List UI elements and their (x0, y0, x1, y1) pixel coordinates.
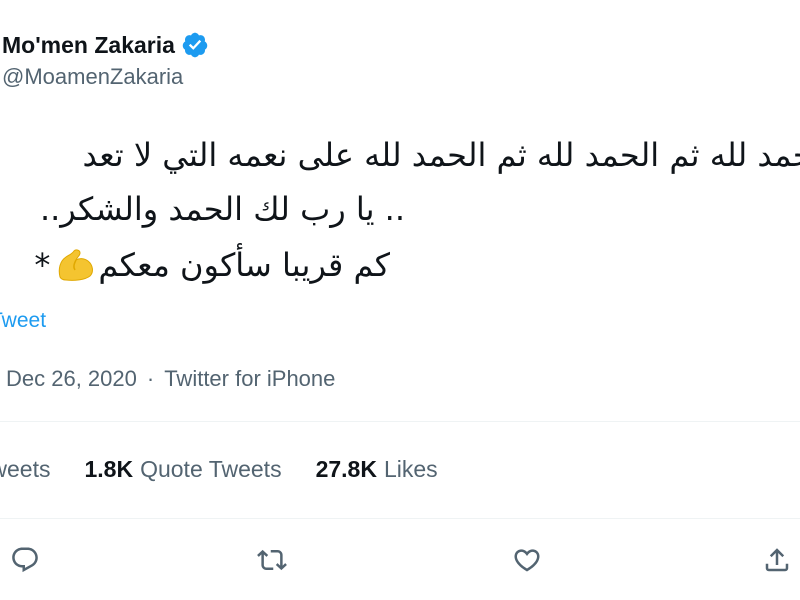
divider-top (0, 421, 800, 422)
retweets-stat[interactable]: tweets (0, 456, 50, 483)
tweet-text-line-3-text: كم قريبا سأكون معكم (98, 246, 390, 284)
translate-tweet-link[interactable]: Tweet (0, 309, 46, 333)
author-name[interactable]: Mo'men Zakaria (2, 32, 175, 59)
share-icon (765, 548, 789, 572)
tweet-text-line-3-suffix: * (34, 246, 51, 284)
quote-tweets-count: 1.8K (84, 456, 134, 482)
retweet-button[interactable] (252, 540, 292, 580)
meta-separator: · (146, 366, 155, 391)
tweet-text-line-2: .. يا رب لك الحمد والشكر.. (39, 190, 405, 228)
reply-button[interactable] (5, 540, 45, 580)
likes-label: Likes (383, 456, 438, 482)
tweet-text-line-3: كم قريبا سأكون معكم * (34, 246, 390, 284)
like-button[interactable] (507, 540, 547, 580)
tweet-date[interactable]: Dec 26, 2020 (6, 366, 137, 392)
share-button[interactable] (757, 540, 797, 580)
verified-badge-icon (181, 31, 209, 59)
quote-tweets-stat[interactable]: 1.8K Quote Tweets (84, 456, 281, 483)
author-handle[interactable]: @MoamenZakaria (2, 64, 183, 90)
tweet-stats: tweets 1.8K Quote Tweets 27.8K Likes (0, 456, 472, 483)
quote-tweets-label: Quote Tweets (140, 456, 282, 482)
tweet-text-line-1: الحمد لله ثم الحمد لله ثم الحمد لله على … (82, 136, 800, 174)
retweet-icon (257, 549, 287, 571)
flexed-biceps-emoji-icon (54, 247, 96, 283)
heart-icon (514, 549, 540, 572)
tweet-author-row[interactable]: Mo'men Zakaria (2, 27, 209, 63)
tweet-source[interactable]: Twitter for iPhone (164, 366, 335, 392)
divider-bottom (0, 518, 800, 519)
reply-icon (12, 547, 38, 573)
likes-stat[interactable]: 27.8K Likes (316, 456, 438, 483)
likes-count: 27.8K (315, 456, 377, 482)
retweets-label: tweets (0, 456, 51, 482)
tweet-meta: Dec 26, 2020 · Twitter for iPhone (6, 366, 335, 392)
